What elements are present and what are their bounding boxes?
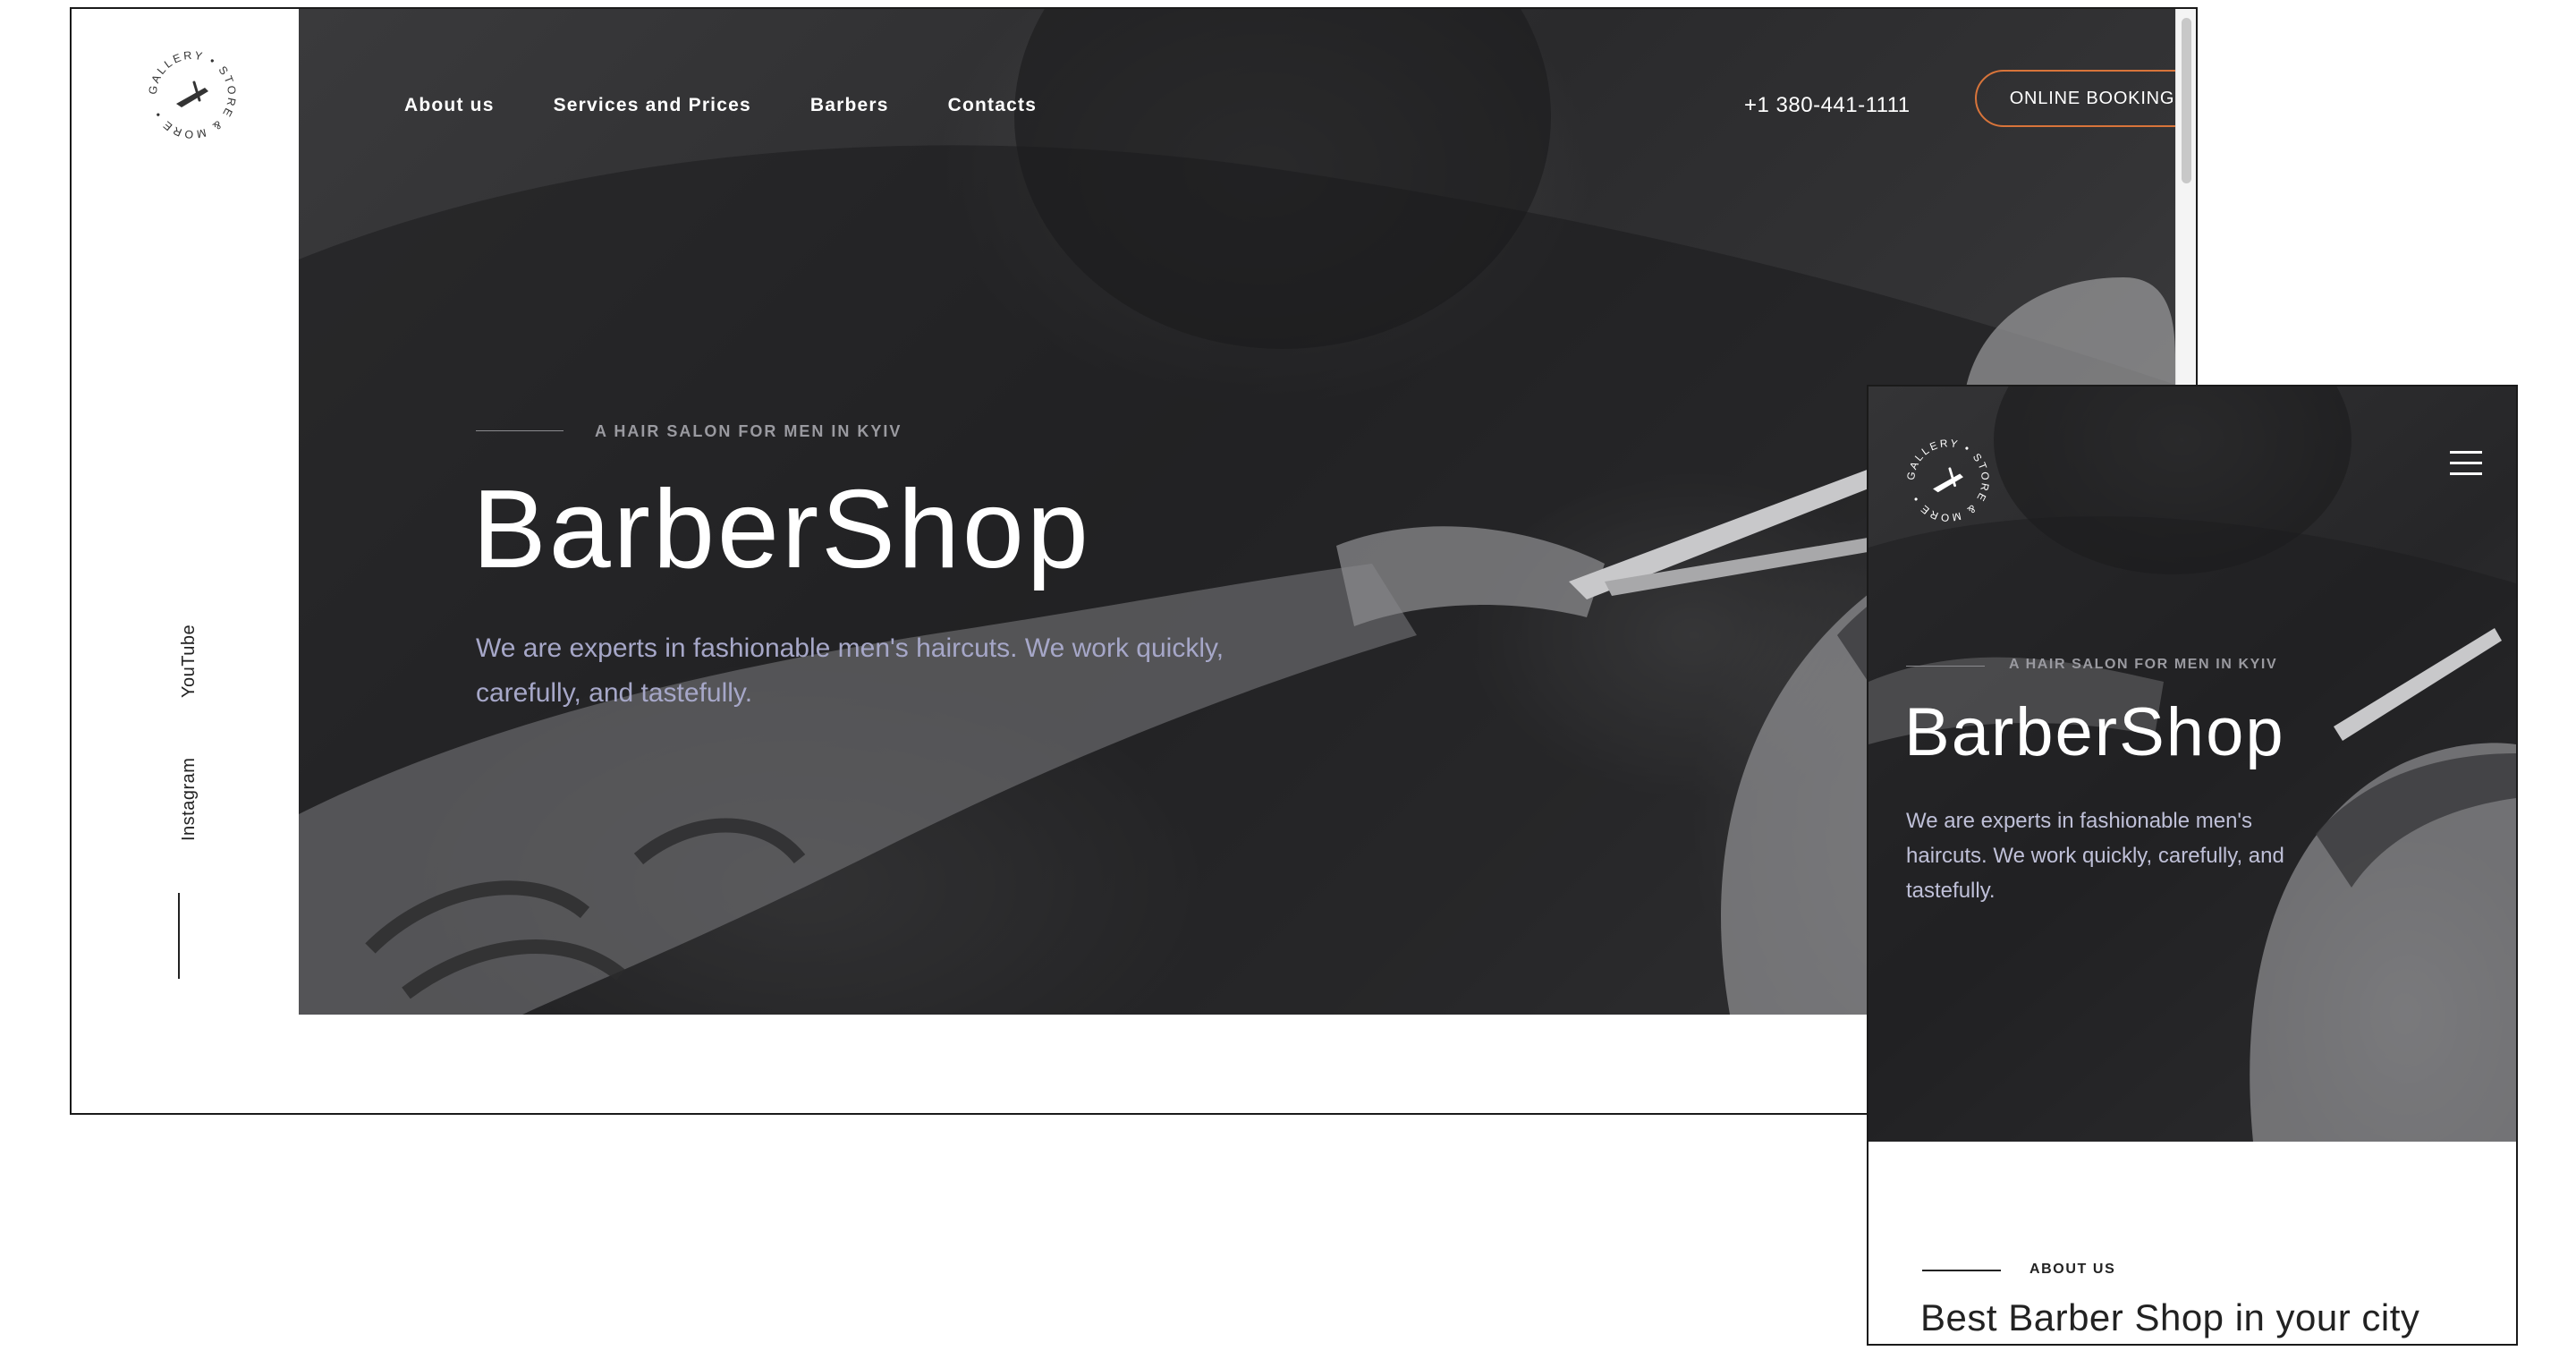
straight-razor-icon	[176, 81, 208, 107]
mobile-hero-description: We are experts in fashionable men's hair…	[1906, 809, 2284, 903]
nav-item-about-us[interactable]: About us	[404, 95, 495, 116]
mobile-eyebrow-divider	[1906, 666, 1985, 667]
mobile-hero-title: BarberShop	[1904, 694, 2285, 770]
menu-bar	[2450, 472, 2482, 475]
nav-item-contacts[interactable]: Contacts	[948, 95, 1037, 116]
menu-bar	[2450, 462, 2482, 464]
about-heading: Best Barber Shop in your city	[1920, 1296, 2420, 1338]
mobile-hero-eyebrow: A HAIR SALON FOR MEN IN KYIV	[2009, 657, 2278, 672]
straight-razor-icon	[1933, 467, 1963, 493]
phone-number-link[interactable]: +1 380-441-1111	[1744, 93, 1911, 118]
about-divider	[1922, 1270, 2001, 1271]
hero-title: BarberShop	[472, 468, 1091, 591]
nav-item-barbers[interactable]: Barbers	[810, 95, 889, 116]
social-link-instagram[interactable]: Instagram	[179, 758, 199, 841]
side-rail: GALLERY • STORE & MORE • YouTube Instagr…	[72, 9, 299, 1113]
about-eyebrow: ABOUT US	[2029, 1262, 2116, 1277]
social-link-youtube[interactable]: YouTube	[179, 625, 199, 698]
hamburger-menu-icon[interactable]	[2450, 451, 2482, 476]
mobile-brand-logo[interactable]: GALLERY • STORE & MORE •	[1904, 437, 1992, 524]
brand-logo[interactable]: GALLERY • STORE & MORE •	[146, 48, 239, 141]
online-booking-button[interactable]: ONLINE BOOKING	[1975, 70, 2175, 127]
mobile-mockup: GALLERY • STORE & MORE • A HAIR SALON FO…	[1867, 385, 2518, 1346]
menu-bar	[2450, 451, 2482, 454]
hero-description: We are experts in fashionable men's hair…	[476, 633, 1224, 708]
main-nav: About us Services and Prices Barbers Con…	[404, 95, 1037, 116]
divider-line	[178, 893, 180, 979]
eyebrow-divider	[476, 430, 564, 431]
scrollbar-thumb[interactable]	[2182, 18, 2191, 183]
nav-item-services-and-prices[interactable]: Services and Prices	[554, 95, 751, 116]
hero-eyebrow: A HAIR SALON FOR MEN IN KYIV	[595, 422, 902, 440]
mobile-hero-section: GALLERY • STORE & MORE • A HAIR SALON FO…	[1868, 387, 2516, 1142]
